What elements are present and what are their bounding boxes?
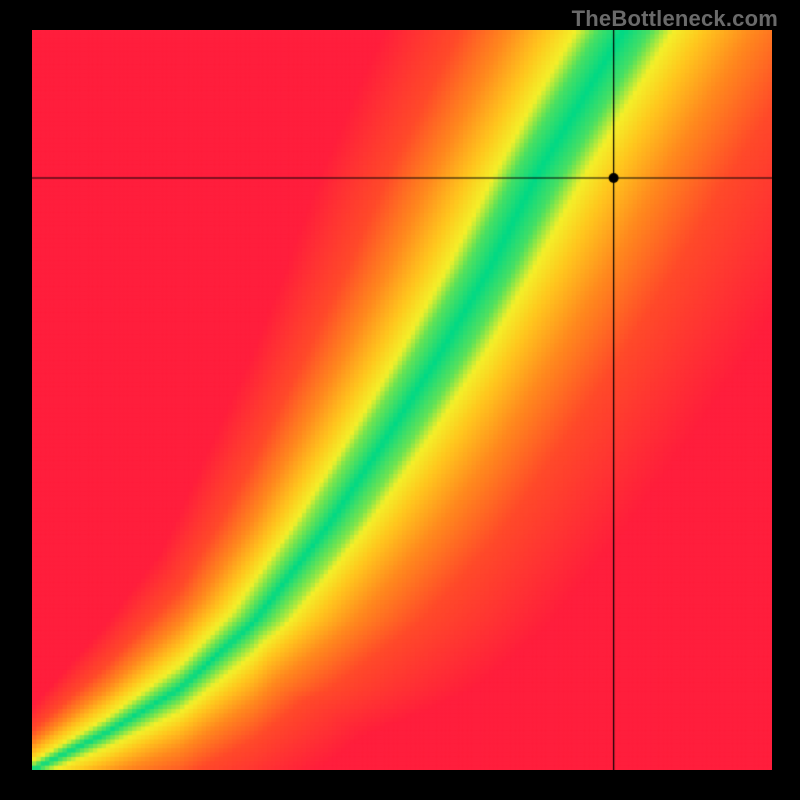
bottleneck-heatmap — [32, 30, 772, 770]
chart-container: TheBottleneck.com — [0, 0, 800, 800]
watermark-label: TheBottleneck.com — [572, 6, 778, 32]
